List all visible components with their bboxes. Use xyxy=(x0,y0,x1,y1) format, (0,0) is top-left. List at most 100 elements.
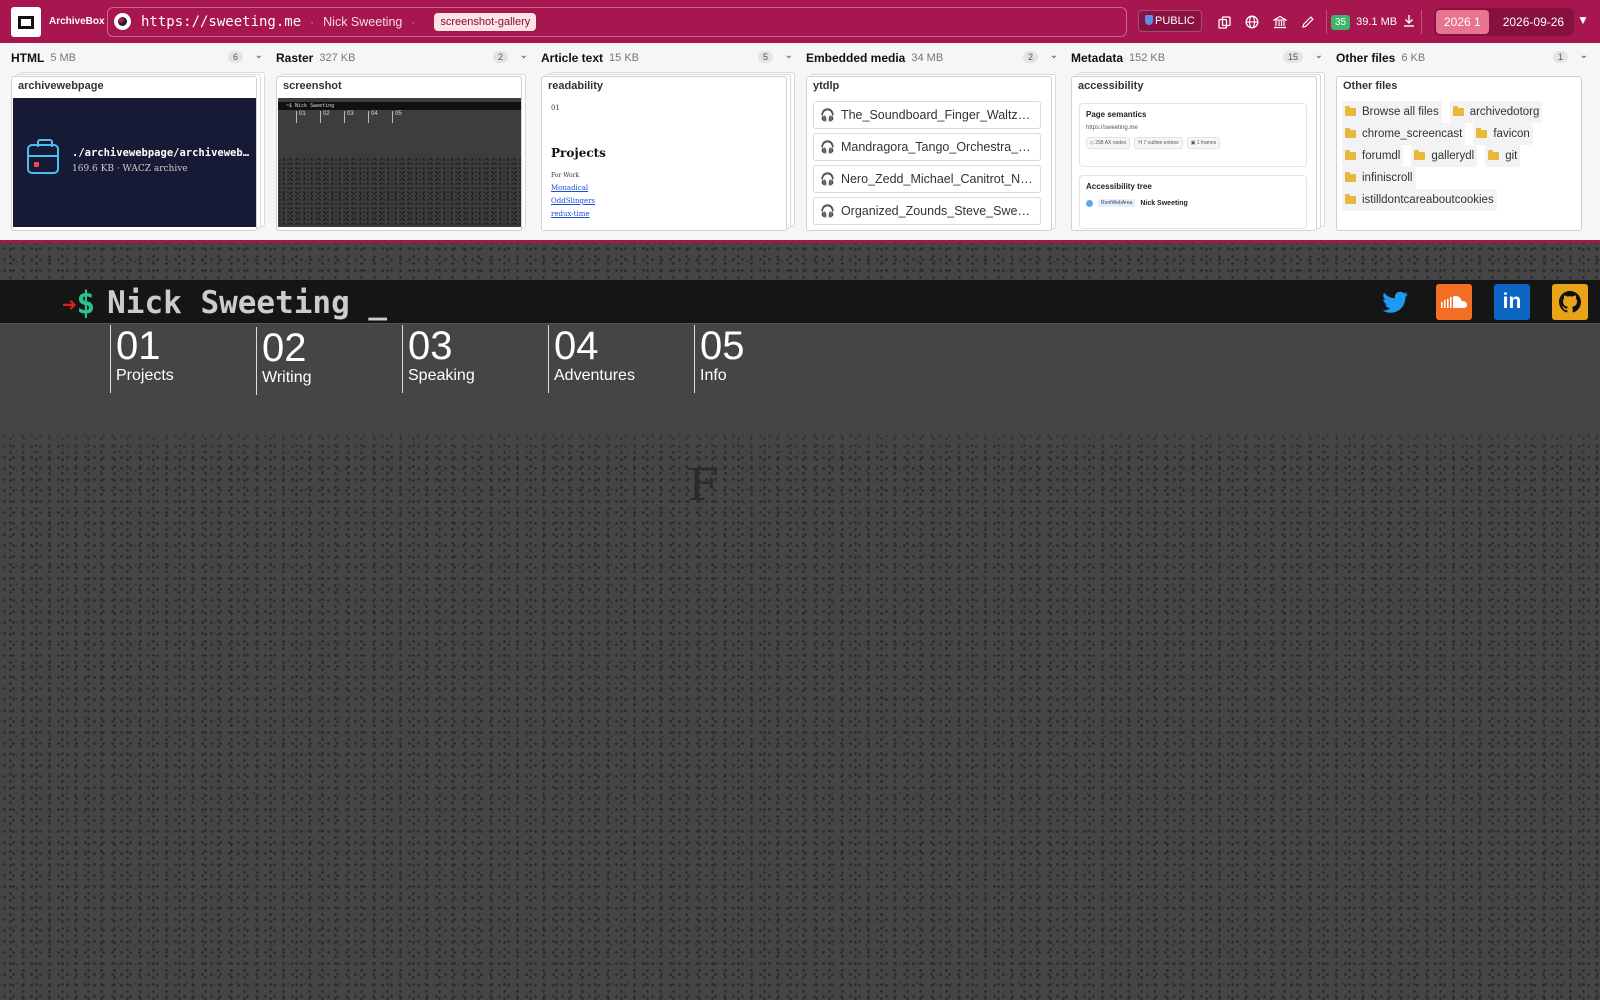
snapshot-url[interactable]: https://sweeting.me xyxy=(141,14,301,30)
column-size: 6 KB xyxy=(1401,52,1426,64)
chevron-down-icon[interactable]: ⌄ xyxy=(1315,50,1323,61)
collapse-chevron-icon[interactable]: ▼ xyxy=(1577,13,1589,27)
readability-preview[interactable]: 01 Projects For Work Monadical OddSlinge… xyxy=(543,98,786,227)
public-icon xyxy=(1145,15,1153,25)
folder-icon xyxy=(1476,128,1488,138)
column-header[interactable]: HTML 5 MB 6 ⌄ xyxy=(11,43,265,73)
column-header[interactable]: Raster 327 KB 2 ⌄ xyxy=(276,43,530,73)
file-link[interactable]: Browse all files xyxy=(1342,101,1442,123)
nav-number: 04 xyxy=(554,324,599,368)
nav-item-writing[interactable]: 02 Writing xyxy=(256,327,396,395)
archive-box-icon xyxy=(27,139,59,174)
column-title: Raster xyxy=(276,51,314,65)
preview-link[interactable]: OddSlingers xyxy=(551,197,779,205)
column-title: HTML xyxy=(11,51,45,65)
soundcloud-icon[interactable] xyxy=(1436,284,1472,320)
thumbnail-title: ~$ Nick Sweeting xyxy=(286,103,335,109)
headphones-icon: 🎧 xyxy=(820,204,835,218)
linkedin-icon[interactable]: in xyxy=(1494,284,1530,320)
chevron-down-icon[interactable]: ⌄ xyxy=(520,50,528,61)
archivebox-header: ArchiveBox https://sweeting.me · Nick Sw… xyxy=(0,0,1600,43)
artifact-card[interactable]: Other files Browse all files archivedoto… xyxy=(1336,76,1582,231)
nav-label: Adventures xyxy=(554,367,635,384)
previous-snapshot-button[interactable]: 2026 1 xyxy=(1436,10,1489,34)
preview-link[interactable]: Monadical xyxy=(551,184,779,192)
thumbnail-nav-item: 04 xyxy=(368,111,378,123)
folder-icon xyxy=(1345,128,1356,138)
folder-icon xyxy=(1345,106,1356,116)
file-link[interactable]: gallerydl xyxy=(1411,145,1478,167)
prompt-arrow: ➜ xyxy=(62,291,77,319)
file-link[interactable]: archivedotorg xyxy=(1449,101,1543,123)
preview-link[interactable]: redux-time xyxy=(551,210,779,218)
site-title[interactable]: ➜$ Nick Sweeting _ xyxy=(62,285,387,321)
media-item[interactable]: 🎧Nero_Zedd_Michael_Canitrot_Nick_Sweetin… xyxy=(813,165,1041,193)
column-header[interactable]: Embedded media 34 MB 2 ⌄ xyxy=(806,43,1060,73)
media-item[interactable]: 🎧The_Soundboard_Finger_Waltz_Nick_Sweeti… xyxy=(813,101,1041,129)
card-label: ytdlp xyxy=(813,80,840,92)
node-role: RootWebArea xyxy=(1098,199,1136,207)
media-item[interactable]: 🎧Organized_Zounds_Steve_Sweeting.mp3 xyxy=(813,197,1041,225)
media-item[interactable]: 🎧Mandragora_Tango_Orchestra_Nick_Sweetin… xyxy=(813,133,1041,161)
snapshot-actions xyxy=(1210,10,1322,34)
screenshot-thumbnail[interactable]: ~$ Nick Sweeting 01 02 03 04 05 xyxy=(278,98,521,227)
file-link[interactable]: favicon xyxy=(1473,123,1533,145)
chevron-down-icon[interactable]: ⌄ xyxy=(1580,50,1588,61)
panel-title: Page semantics xyxy=(1086,110,1147,119)
wacz-file-meta: 169.6 KB · WACZ archive xyxy=(72,164,188,174)
artifact-card[interactable]: readability 01 Projects For Work Monadic… xyxy=(541,76,787,231)
download-icon[interactable] xyxy=(1403,14,1415,30)
file-link[interactable]: istilldontcareaboutcookies xyxy=(1342,189,1497,211)
visibility-badge[interactable]: PUBLIC xyxy=(1138,10,1202,32)
nav-item-speaking[interactable]: 03 Speaking xyxy=(402,325,542,393)
background-letter: F xyxy=(688,460,719,511)
chevron-down-icon[interactable]: ⌄ xyxy=(785,50,793,61)
column-header[interactable]: Article text 15 KB 5 ⌄ xyxy=(541,43,795,73)
semantics-chips: ◇ 298 AX nodes H 7 outline entries ▣ 1 f… xyxy=(1086,137,1300,149)
column-count-badge: 2 xyxy=(1022,51,1038,63)
folder-icon xyxy=(1414,150,1426,160)
nav-item-projects[interactable]: 01 Projects xyxy=(110,325,250,393)
thumbnail-nav-item: 02 xyxy=(320,111,330,123)
snapshot-url-bar: https://sweeting.me · Nick Sweeting · sc… xyxy=(107,6,1127,37)
chevron-down-icon[interactable]: ⌄ xyxy=(255,50,263,61)
chevron-down-icon[interactable]: ⌄ xyxy=(1050,50,1058,61)
twitter-icon[interactable] xyxy=(1378,284,1414,320)
artifact-card[interactable]: archivewebpage ./archivewebpage/archivew… xyxy=(11,76,257,231)
nav-item-info[interactable]: 05 Info xyxy=(694,325,834,393)
page-semantics-panel: Page semantics https://sweeting.me ◇ 298… xyxy=(1079,103,1307,167)
card-label: screenshot xyxy=(283,80,342,92)
current-snapshot-date[interactable]: 2026-09-26 xyxy=(1489,15,1572,29)
total-size: 39.1 MB xyxy=(1356,16,1398,28)
tree-row[interactable]: RootWebArea Nick Sweeting xyxy=(1086,199,1300,207)
file-link[interactable]: infiniscroll xyxy=(1342,167,1416,189)
institution-icon[interactable] xyxy=(1266,10,1294,34)
wacz-preview[interactable]: ./archivewebpage/archivewebpage.wacz 169… xyxy=(13,98,256,227)
thumbnail-nav-item: 05 xyxy=(392,111,402,123)
file-link[interactable]: chrome_screencast xyxy=(1342,123,1466,145)
archivebox-logo-icon[interactable] xyxy=(11,6,41,37)
column-size: 152 KB xyxy=(1129,52,1166,64)
globe-icon[interactable] xyxy=(1238,10,1266,34)
visibility-label: PUBLIC xyxy=(1155,15,1195,27)
folder-icon xyxy=(1452,106,1464,116)
artifact-card[interactable]: ytdlp 🎧The_Soundboard_Finger_Waltz_Nick_… xyxy=(806,76,1052,231)
github-icon[interactable] xyxy=(1552,284,1588,320)
archive-stats[interactable]: 35 39.1 MB xyxy=(1326,10,1423,34)
card-label: archivewebpage xyxy=(18,80,104,92)
nav-item-adventures[interactable]: 04 Adventures xyxy=(548,325,688,393)
app-name[interactable]: ArchiveBox xyxy=(49,16,105,27)
artifact-card[interactable]: accessibility Page semantics https://swe… xyxy=(1071,76,1317,231)
file-link[interactable]: forumdl xyxy=(1342,145,1404,167)
column-header[interactable]: Metadata 152 KB 15 ⌄ xyxy=(1071,43,1325,73)
column-size: 15 KB xyxy=(609,52,639,64)
edit-icon[interactable] xyxy=(1294,10,1322,34)
column-header[interactable]: Other files 6 KB 1 ⌄ xyxy=(1336,43,1590,73)
file-link[interactable]: git xyxy=(1485,145,1521,167)
copy-icon[interactable] xyxy=(1210,10,1238,34)
preview-heading: Projects xyxy=(551,146,606,160)
artifact-card[interactable]: screenshot ~$ Nick Sweeting 01 02 03 04 … xyxy=(276,76,522,231)
column-count-badge: 5 xyxy=(757,51,773,63)
tag-badge[interactable]: screenshot-gallery xyxy=(434,12,537,31)
node-name: Nick Sweeting xyxy=(1140,199,1188,207)
